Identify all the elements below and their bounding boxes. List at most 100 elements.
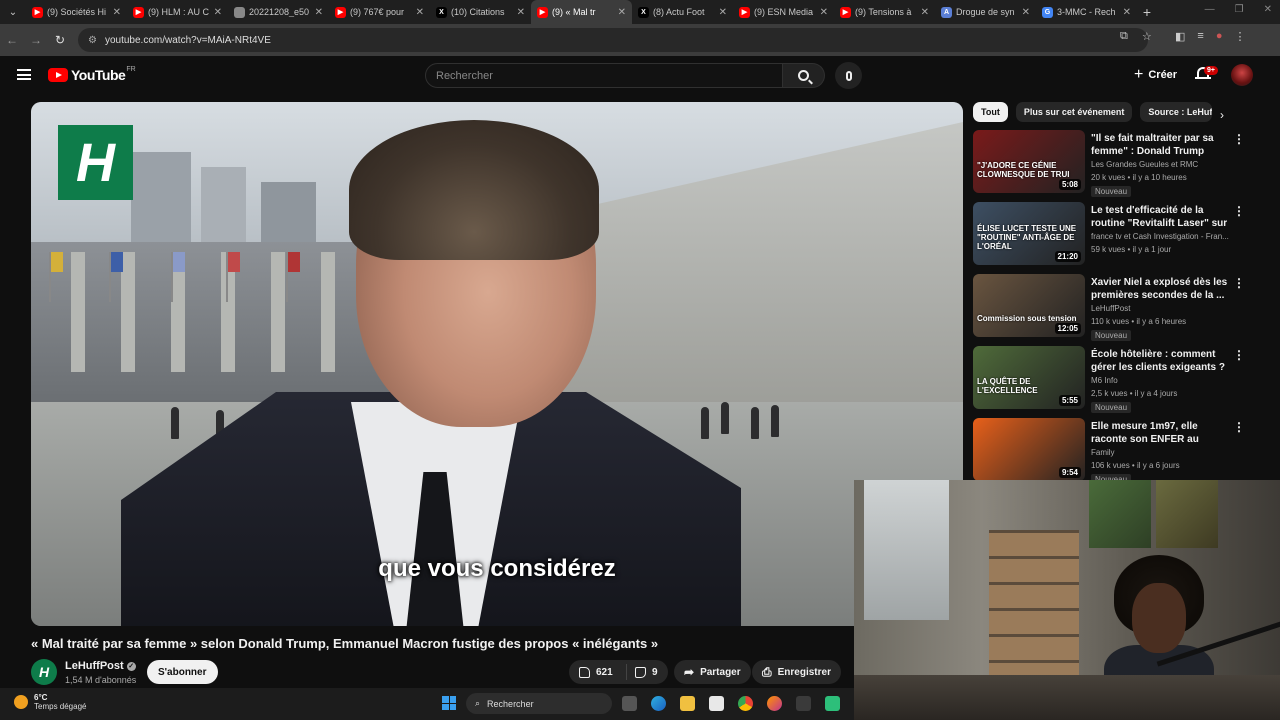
recommended-video[interactable]: 9:54 Elle mesure 1m97, elle raconte son E… <box>973 418 1245 485</box>
tab-close-icon[interactable]: ✕ <box>719 7 727 18</box>
weather-widget[interactable]: 6°C Temps dégagé <box>14 693 86 711</box>
browser-tab[interactable]: X (8) Actu Foot ✕ <box>632 0 733 24</box>
tab-close-icon[interactable]: ✕ <box>921 7 929 18</box>
profile-icon[interactable]: ● <box>1216 30 1223 43</box>
video-thumbnail[interactable]: LA QUÊTE DE L'EXCELLENCE 5:55 <box>973 346 1085 409</box>
firefox-icon[interactable] <box>767 696 782 711</box>
like-dislike-bar: 621 9 <box>569 660 668 684</box>
filter-chip[interactable]: Source : LeHuffPost <box>1140 102 1213 122</box>
more-options-icon[interactable]: ⋮ <box>1233 276 1245 290</box>
share-button[interactable]: ➦ Partager <box>674 660 751 684</box>
browser-tab[interactable]: ▶ (9) 767€ pour ✕ <box>329 0 430 24</box>
youtube-logo[interactable]: YouTube FR <box>48 66 136 83</box>
webcam-window <box>864 480 949 620</box>
task-view-icon[interactable] <box>622 696 637 711</box>
voice-search-button[interactable] <box>835 62 862 89</box>
chrome-menu-icon[interactable]: ⋮ <box>1234 30 1245 43</box>
webcam-poster <box>1156 480 1218 548</box>
capcut-icon[interactable] <box>796 696 811 711</box>
new-tab-button[interactable]: + <box>1137 4 1157 20</box>
subscribe-button[interactable]: S'abonner <box>147 660 218 684</box>
reload-icon[interactable]: ↻ <box>48 33 72 47</box>
more-options-icon[interactable]: ⋮ <box>1233 204 1245 218</box>
browser-tab[interactable]: ▶ (9) ESN Media ✕ <box>733 0 834 24</box>
more-options-icon[interactable]: ⋮ <box>1233 420 1245 434</box>
tab-search-chevron-icon[interactable]: ⌄ <box>0 0 26 24</box>
tab-close-icon[interactable]: ✕ <box>618 7 626 18</box>
browser-tab[interactable]: ▶ (9) « Mal tr ✕ <box>531 0 632 24</box>
new-badge: Nouveau <box>1091 330 1132 341</box>
taskbar-search-label: Rechercher <box>487 698 534 709</box>
video-frame-hair <box>349 120 599 260</box>
x-icon: X <box>638 6 649 18</box>
video-frame-flag <box>286 252 300 302</box>
browser-tab[interactable]: 20221208_e50 ✕ <box>228 0 329 24</box>
like-button[interactable]: 621 <box>569 664 627 680</box>
tab-close-icon[interactable]: ✕ <box>517 7 525 18</box>
video-frame-flag <box>226 252 240 302</box>
minimize-icon[interactable]: — <box>1205 4 1215 15</box>
tab-close-icon[interactable]: ✕ <box>315 7 323 18</box>
site-info-icon[interactable]: ⚙ <box>88 35 97 46</box>
install-app-icon[interactable]: ⧉ <box>1120 30 1128 43</box>
more-options-icon[interactable]: ⋮ <box>1233 348 1245 362</box>
save-button[interactable]: ⎙ Enregistrer <box>752 660 841 684</box>
browser-tab[interactable]: X (10) Citations ✕ <box>430 0 531 24</box>
video-frame-bystander <box>721 402 729 434</box>
tab-label: 20221208_e50 <box>249 7 310 17</box>
tab-label: (8) Actu Foot <box>653 7 705 17</box>
share-arrow-icon: ➦ <box>684 665 695 679</box>
video-thumbnail[interactable]: 9:54 <box>973 418 1085 481</box>
search-icon <box>798 70 809 81</box>
browser-tab[interactable]: ▶ (9) Sociétés Hi ✕ <box>26 0 127 24</box>
edge-icon[interactable] <box>651 696 666 711</box>
browser-tab[interactable]: ▶ (9) Tensions à ✕ <box>834 0 935 24</box>
channel-avatar[interactable]: H <box>31 659 57 685</box>
tab-close-icon[interactable]: ✕ <box>416 7 424 18</box>
store-icon[interactable] <box>709 696 724 711</box>
chrome-icon[interactable] <box>738 696 753 711</box>
more-options-icon[interactable]: ⋮ <box>1233 132 1245 146</box>
taskbar-search[interactable]: ⌕ Rechercher <box>466 693 612 714</box>
windows-start-icon[interactable] <box>442 696 456 710</box>
close-window-icon[interactable]: ✕ <box>1264 4 1272 15</box>
channel-name[interactable]: LeHuffPost ✓ <box>65 660 136 672</box>
filter-chip[interactable]: Tout <box>973 102 1008 122</box>
extensions-icon[interactable]: ◧ <box>1175 30 1185 43</box>
hamburger-menu-icon[interactable] <box>17 69 31 80</box>
dislike-button[interactable]: 9 <box>627 666 658 678</box>
forward-icon[interactable]: → <box>24 33 48 47</box>
search-button[interactable] <box>783 63 825 88</box>
search-input[interactable] <box>425 63 783 88</box>
maximize-icon[interactable]: ❐ <box>1235 4 1244 15</box>
url-field[interactable]: ⚙ youtube.com/watch?v=MAiA-NRt4VE <box>78 28 1148 52</box>
tab-close-icon[interactable]: ✕ <box>820 7 828 18</box>
tab-close-icon[interactable]: ✕ <box>214 7 222 18</box>
app-icon[interactable] <box>825 696 840 711</box>
back-icon[interactable]: ← <box>0 33 24 47</box>
tab-close-icon[interactable]: ✕ <box>113 7 121 18</box>
youtube-icon: ▶ <box>133 6 144 18</box>
video-thumbnail[interactable]: Commission sous tension 12:05 <box>973 274 1085 337</box>
youtube-icon: ▶ <box>739 6 750 18</box>
recommended-video[interactable]: LA QUÊTE DE L'EXCELLENCE 5:55 École hôteli… <box>973 346 1245 413</box>
video-thumbnail[interactable]: ÉLISE LUCET TESTE UNE "ROUTINE" ANTI-ÂGE… <box>973 202 1085 265</box>
video-player[interactable]: H que vous considérez <box>31 102 963 626</box>
file-explorer-icon[interactable] <box>680 696 695 711</box>
browser-tab[interactable]: ▶ (9) HLM : AU C ✕ <box>127 0 228 24</box>
create-button[interactable]: + Créer <box>1124 63 1187 87</box>
browser-tab[interactable]: A Drogue de syn ✕ <box>935 0 1036 24</box>
rec-title: École hôtelière : comment gérer les clie… <box>1091 349 1225 373</box>
browser-tab[interactable]: G 3-MMC - Rech ✕ <box>1036 0 1137 24</box>
recommended-video[interactable]: Commission sous tension 12:05 Xavier Niel … <box>973 274 1245 341</box>
account-avatar[interactable] <box>1231 64 1253 86</box>
media-control-icon[interactable]: ≡ <box>1197 30 1203 43</box>
filter-chip[interactable]: Plus sur cet événement <box>1015 102 1133 122</box>
chevron-right-icon[interactable]: › <box>1220 108 1224 122</box>
recommended-video[interactable]: "J'ADORE CE GÉNIE CLOWNESQUE DE TRUI 5:08… <box>973 130 1245 197</box>
tab-close-icon[interactable]: ✕ <box>1022 7 1030 18</box>
recommended-video[interactable]: ÉLISE LUCET TESTE UNE "ROUTINE" ANTI-ÂGE… <box>973 202 1245 268</box>
tab-close-icon[interactable]: ✕ <box>1123 7 1131 18</box>
bookmark-star-icon[interactable]: ☆ <box>1142 30 1152 43</box>
video-thumbnail[interactable]: "J'ADORE CE GÉNIE CLOWNESQUE DE TRUI 5:08 <box>973 130 1085 193</box>
